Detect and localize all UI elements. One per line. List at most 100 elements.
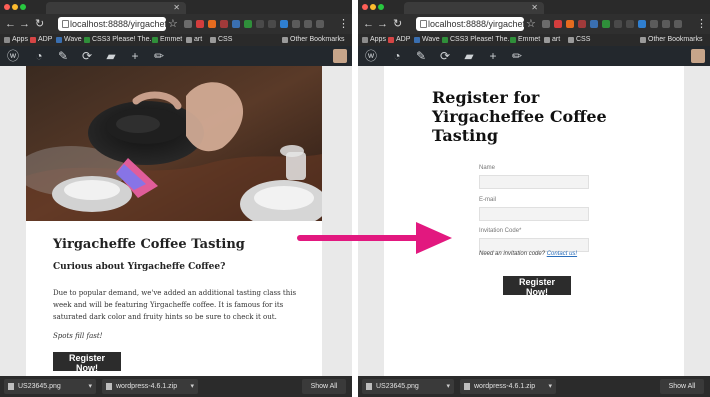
register-now-button[interactable]: Register Now! bbox=[503, 276, 571, 297]
register-now-button[interactable]: Register Now! bbox=[53, 352, 121, 373]
bookmark-other[interactable]: Other Bookmarks bbox=[648, 34, 702, 46]
extension-icon[interactable] bbox=[638, 20, 646, 28]
bookmark-other[interactable]: Other Bookmarks bbox=[290, 34, 344, 46]
dashboard-icon[interactable]: ◔ bbox=[388, 46, 406, 66]
bookmark-wave[interactable]: Wave bbox=[422, 34, 440, 46]
browser-tab[interactable]: ✕ bbox=[46, 2, 186, 14]
wordpress-logo-icon[interactable]: ⓦ bbox=[4, 46, 22, 66]
show-all-button[interactable]: Show All bbox=[660, 379, 704, 394]
reload-icon[interactable]: ↻ bbox=[35, 17, 44, 31]
comments-icon[interactable]: ▰ bbox=[460, 46, 478, 66]
extension-icon[interactable] bbox=[674, 20, 682, 28]
browser-tab[interactable]: ✕ bbox=[404, 2, 544, 14]
comments-icon[interactable]: ▰ bbox=[102, 46, 120, 66]
close-tab-icon[interactable]: ✕ bbox=[173, 2, 180, 14]
updates-icon[interactable]: ⟳ bbox=[436, 46, 454, 66]
minimize-window-button[interactable] bbox=[370, 4, 376, 10]
email-field[interactable] bbox=[479, 207, 589, 221]
extension-icon[interactable] bbox=[256, 20, 264, 28]
download-item[interactable]: wordpress-4.6.1.zip ▾ bbox=[460, 379, 556, 394]
edit-post-icon[interactable]: ✏ bbox=[150, 46, 168, 66]
contact-us-link[interactable]: Contact us! bbox=[547, 251, 577, 257]
extension-icon[interactable] bbox=[662, 20, 670, 28]
close-window-button[interactable] bbox=[4, 4, 10, 10]
menu-icon[interactable]: ⋮ bbox=[696, 17, 707, 31]
bookmark-adp[interactable]: ADP bbox=[396, 34, 410, 46]
transition-arrow bbox=[297, 222, 452, 254]
extension-icon[interactable] bbox=[220, 20, 228, 28]
bookmark-css[interactable]: CSS bbox=[576, 34, 590, 46]
bookmark-star-icon[interactable]: ☆ bbox=[168, 17, 178, 31]
extension-icon[interactable] bbox=[244, 20, 252, 28]
close-tab-icon[interactable]: ✕ bbox=[531, 2, 538, 14]
url-input[interactable]: localhost:8888/yirgacheffe... bbox=[58, 17, 182, 31]
customize-icon[interactable]: ✎ bbox=[54, 46, 72, 66]
bookmark-art[interactable]: art bbox=[194, 34, 202, 46]
bookmark-css3-please[interactable]: CSS3 Please! The... bbox=[92, 34, 155, 46]
bookmark-star-icon[interactable]: ☆ bbox=[526, 17, 536, 31]
wp-admin-bar: ⓦ ◔ ✎ ⟳ ▰ + ✏ bbox=[358, 46, 710, 66]
extension-icon[interactable] bbox=[292, 20, 300, 28]
name-field[interactable] bbox=[479, 175, 589, 189]
updates-icon[interactable]: ⟳ bbox=[78, 46, 96, 66]
extension-icon[interactable] bbox=[280, 20, 288, 28]
folder-icon bbox=[640, 37, 646, 43]
invitation-code-field[interactable] bbox=[479, 238, 589, 252]
extension-icon[interactable] bbox=[196, 20, 204, 28]
back-icon[interactable]: ← bbox=[5, 17, 16, 31]
page-info-icon[interactable] bbox=[420, 20, 427, 28]
avatar[interactable] bbox=[691, 49, 705, 63]
bookmark-emmet[interactable]: Emmet bbox=[518, 34, 540, 46]
extension-icon[interactable] bbox=[316, 20, 324, 28]
extension-icon[interactable] bbox=[232, 20, 240, 28]
extension-icon[interactable] bbox=[626, 20, 634, 28]
forward-icon[interactable]: → bbox=[19, 17, 30, 31]
extension-icon[interactable] bbox=[542, 20, 550, 28]
bookmark-css3-please[interactable]: CSS3 Please! The... bbox=[450, 34, 513, 46]
bookmark-wave[interactable]: Wave bbox=[64, 34, 82, 46]
bookmark-emmet[interactable]: Emmet bbox=[160, 34, 182, 46]
download-item[interactable]: wordpress-4.6.1.zip ▾ bbox=[102, 379, 198, 394]
url-input[interactable]: localhost:8888/yirgacheffe... bbox=[416, 17, 540, 31]
bookmark-css[interactable]: CSS bbox=[218, 34, 232, 46]
close-window-button[interactable] bbox=[362, 4, 368, 10]
dashboard-icon[interactable]: ◔ bbox=[30, 46, 48, 66]
bookmark-adp[interactable]: ADP bbox=[38, 34, 52, 46]
reload-icon[interactable]: ↻ bbox=[393, 17, 402, 31]
maximize-window-button[interactable] bbox=[378, 4, 384, 10]
extension-icon[interactable] bbox=[208, 20, 216, 28]
new-content-icon[interactable]: + bbox=[126, 46, 144, 66]
new-content-icon[interactable]: + bbox=[484, 46, 502, 66]
chevron-down-icon[interactable]: ▾ bbox=[190, 379, 194, 394]
back-icon[interactable]: ← bbox=[363, 17, 374, 31]
extension-icon[interactable] bbox=[650, 20, 658, 28]
avatar[interactable] bbox=[333, 49, 347, 63]
chevron-down-icon[interactable]: ▾ bbox=[548, 379, 552, 394]
menu-icon[interactable]: ⋮ bbox=[338, 17, 349, 31]
minimize-window-button[interactable] bbox=[12, 4, 18, 10]
chevron-down-icon[interactable]: ▾ bbox=[88, 379, 92, 394]
extension-icon[interactable] bbox=[614, 20, 622, 28]
chevron-down-icon[interactable]: ▾ bbox=[446, 379, 450, 394]
extension-icon[interactable] bbox=[184, 20, 192, 28]
wordpress-logo-icon[interactable]: ⓦ bbox=[362, 46, 380, 66]
page-info-icon[interactable] bbox=[62, 20, 69, 28]
download-item[interactable]: US23645.png ▾ bbox=[362, 379, 454, 394]
extension-icon[interactable] bbox=[554, 20, 562, 28]
download-item[interactable]: US23645.png ▾ bbox=[4, 379, 96, 394]
show-all-button[interactable]: Show All bbox=[302, 379, 346, 394]
extension-icon[interactable] bbox=[268, 20, 276, 28]
forward-icon[interactable]: → bbox=[377, 17, 388, 31]
extension-icon[interactable] bbox=[566, 20, 574, 28]
bookmark-art[interactable]: art bbox=[552, 34, 560, 46]
extension-icon[interactable] bbox=[602, 20, 610, 28]
edit-post-icon[interactable]: ✏ bbox=[508, 46, 526, 66]
bookmark-apps[interactable]: Apps bbox=[12, 34, 28, 46]
maximize-window-button[interactable] bbox=[20, 4, 26, 10]
extension-icon[interactable] bbox=[304, 20, 312, 28]
customize-icon[interactable]: ✎ bbox=[412, 46, 430, 66]
bookmark-apps[interactable]: Apps bbox=[370, 34, 386, 46]
extension-icon[interactable] bbox=[578, 20, 586, 28]
folder-icon bbox=[282, 37, 288, 43]
extension-icon[interactable] bbox=[590, 20, 598, 28]
